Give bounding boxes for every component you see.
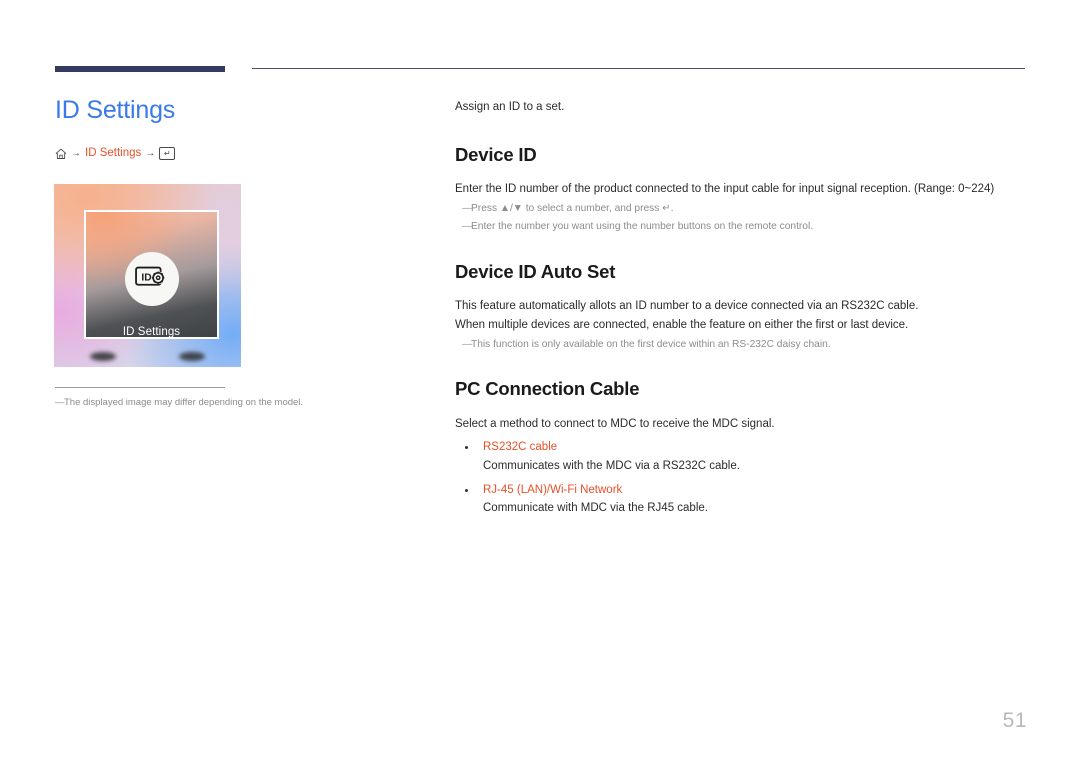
- body-line: This feature automatically allots an ID …: [455, 299, 919, 312]
- breadcrumb-item-id-settings[interactable]: ID Settings: [85, 147, 141, 160]
- svg-text:ID: ID: [141, 272, 151, 283]
- section-heading: Device ID Auto Set: [455, 260, 616, 282]
- body-line: Select a method to connect to MDC to rec…: [455, 417, 775, 430]
- left-column: ID Settings → ID Settings → ↵: [55, 95, 415, 160]
- section-heading: PC Connection Cable: [455, 378, 640, 400]
- id-settings-display-gear-icon: ID: [124, 252, 179, 306]
- main-content: Assign an ID to a set. Device ID Enter t…: [455, 99, 1025, 525]
- thumbnail-footnote: ―The displayed image may differ dependin…: [55, 396, 395, 409]
- note-line: ―This function is only available on the …: [455, 336, 1025, 354]
- enter-key-icon: ↵: [159, 147, 176, 160]
- list-item: RJ-45 (LAN)/Wi-Fi Network Communicate wi…: [455, 482, 1025, 518]
- footnote-text: The displayed image may differ depending…: [64, 397, 304, 408]
- note-line: ―Press ▲/▼ to select a number, and press…: [455, 200, 1025, 218]
- breadcrumb-arrow-1: →: [71, 147, 81, 159]
- section-heading: Device ID: [455, 144, 537, 166]
- lead-paragraph: Assign an ID to a set.: [455, 101, 565, 113]
- list-item: RS232C cable Communicates with the MDC v…: [455, 439, 1025, 475]
- body-line: Enter the ID number of the product conne…: [455, 183, 995, 196]
- breadcrumb-arrow-2: →: [145, 147, 156, 159]
- section-pc-connection-cable: PC Connection Cable Select a method to c…: [455, 378, 1025, 517]
- body-line: When multiple devices are connected, ena…: [455, 319, 909, 332]
- header-rule-thick: [55, 66, 225, 72]
- note-dash: ―: [462, 203, 473, 215]
- note-dash: ―: [462, 221, 473, 233]
- header-rule-thin: [252, 68, 1025, 69]
- footnote-rule: [55, 387, 225, 388]
- connection-method-list: RS232C cable Communicates with the MDC v…: [455, 439, 1025, 517]
- bullet-description: Communicates with the MDC via a RS232C c…: [483, 459, 740, 472]
- home-icon[interactable]: [55, 148, 67, 160]
- breadcrumb: → ID Settings → ↵: [55, 147, 415, 160]
- stand-foot-right: [179, 352, 205, 361]
- note-dash: ―: [462, 339, 473, 351]
- note-text: This function is only available on the f…: [471, 339, 831, 351]
- section-device-id-auto-set: Device ID Auto Set This feature automati…: [455, 261, 1025, 355]
- thumbnail-screen-panel: ID ID Settings: [84, 210, 219, 339]
- footnote-dash: ―: [55, 397, 65, 408]
- page-title: ID Settings: [55, 96, 176, 124]
- thumbnail-stand-feet: [54, 349, 241, 361]
- note-text: Press ▲/▼ to select a number, and press …: [471, 203, 674, 215]
- product-screen-thumbnail: ID ID Settings: [54, 184, 241, 367]
- note-text: Enter the number you want using the numb…: [471, 221, 814, 233]
- bullet-title[interactable]: RS232C cable: [483, 439, 1025, 456]
- section-device-id: Device ID Enter the ID number of the pro…: [455, 144, 1025, 236]
- note-line: ―Enter the number you want using the num…: [455, 218, 1025, 236]
- bullet-description: Communicate with MDC via the RJ45 cable.: [483, 502, 708, 515]
- page-number: 51: [1002, 709, 1027, 732]
- stand-foot-left: [90, 352, 116, 361]
- thumbnail-screen-label: ID Settings: [122, 326, 181, 338]
- bullet-title[interactable]: RJ-45 (LAN)/Wi-Fi Network: [483, 482, 1025, 499]
